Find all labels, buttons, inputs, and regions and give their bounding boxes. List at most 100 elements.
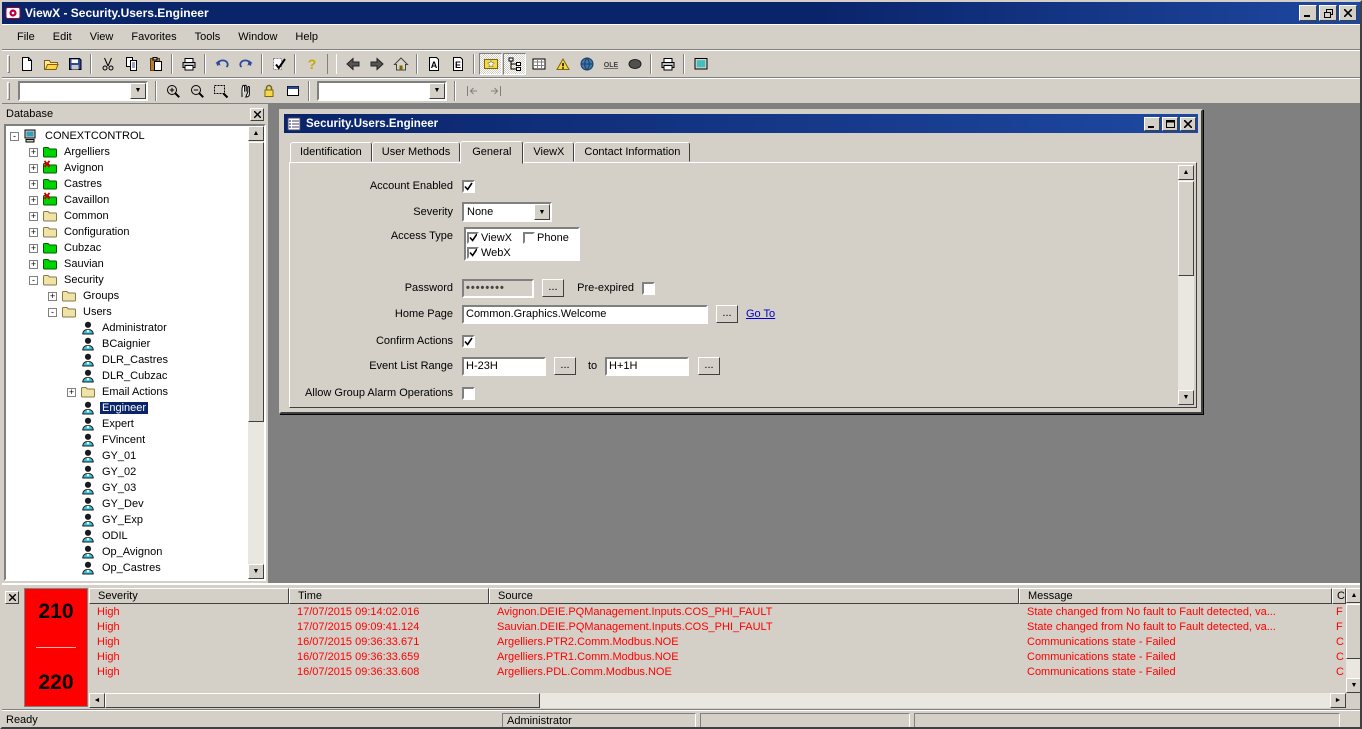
toolbar-grip[interactable] bbox=[7, 82, 10, 100]
scroll-up-icon[interactable]: ▲ bbox=[1178, 165, 1194, 180]
toolbar-combobox[interactable]: ▼ bbox=[18, 81, 148, 101]
scroll-up-icon[interactable]: ▲ bbox=[248, 126, 264, 141]
tree-view-button[interactable] bbox=[503, 53, 526, 75]
globe-button[interactable] bbox=[575, 53, 598, 75]
allow-group-alarm-checkbox[interactable] bbox=[462, 387, 475, 400]
tree-item-groups[interactable]: +Groups bbox=[6, 288, 248, 304]
tree-item-op-castres[interactable]: Op_Castres bbox=[6, 560, 248, 576]
tab-user-methods[interactable]: User Methods bbox=[372, 142, 460, 162]
new-document-button[interactable] bbox=[15, 53, 38, 75]
home-page-browse-button[interactable]: ... bbox=[716, 305, 738, 323]
open-folder-button[interactable] bbox=[39, 53, 62, 75]
tree-item-op-avignon[interactable]: Op_Avignon bbox=[6, 544, 248, 560]
tree-toggle-icon[interactable]: + bbox=[29, 196, 38, 205]
tree-item-gy-03[interactable]: GY_03 bbox=[6, 480, 248, 496]
pre-expired-checkbox[interactable] bbox=[642, 282, 655, 295]
event-range-from-browse-button[interactable]: ... bbox=[554, 357, 576, 375]
menu-file[interactable]: File bbox=[8, 27, 44, 47]
dialog-titlebar[interactable]: Security.Users.Engineer bbox=[284, 114, 1198, 133]
help-button[interactable]: ? bbox=[300, 53, 323, 75]
tree-item-email-actions[interactable]: +Email Actions bbox=[6, 384, 248, 400]
password-field[interactable] bbox=[462, 279, 534, 298]
database-panel-close-button[interactable] bbox=[250, 108, 264, 121]
ole-button[interactable]: OLE bbox=[599, 53, 622, 75]
tree-toggle-icon[interactable]: - bbox=[48, 308, 57, 317]
column-header-severity[interactable]: Severity bbox=[89, 588, 289, 604]
event-range-from-field[interactable] bbox=[462, 357, 546, 376]
access-option-viewx[interactable]: ViewX bbox=[467, 230, 523, 245]
home-page-field[interactable] bbox=[462, 305, 708, 324]
dialog-vertical-scrollbar[interactable]: ▲ ▼ bbox=[1178, 165, 1194, 405]
tree-item-castres[interactable]: +Castres bbox=[6, 176, 248, 192]
home-button[interactable] bbox=[389, 53, 412, 75]
query-grid-button[interactable] bbox=[527, 53, 550, 75]
scroll-right-icon[interactable]: ► bbox=[1330, 693, 1346, 708]
phone-checkbox[interactable] bbox=[523, 232, 535, 244]
tree-item-sauvian[interactable]: +Sauvian bbox=[6, 256, 248, 272]
event-row[interactable]: High17/07/2015 09:14:02.016Avignon.DEIE.… bbox=[89, 605, 1346, 620]
severity-select[interactable]: None ▼ bbox=[462, 202, 552, 222]
redo-button[interactable] bbox=[234, 53, 257, 75]
tree-toggle-icon[interactable]: - bbox=[10, 132, 19, 141]
tree-item-argelliers[interactable]: +Argelliers bbox=[6, 144, 248, 160]
menu-view[interactable]: View bbox=[81, 27, 123, 47]
tree-item-bcaignier[interactable]: BCaignier bbox=[6, 336, 248, 352]
go-to-link[interactable]: Go To bbox=[746, 308, 775, 320]
zoom-area-button[interactable] bbox=[209, 80, 232, 102]
tree-item-common[interactable]: +Common bbox=[6, 208, 248, 224]
tree-item-expert[interactable]: Expert bbox=[6, 416, 248, 432]
tree-toggle-icon[interactable]: - bbox=[29, 276, 38, 285]
zoom-out-button[interactable] bbox=[185, 80, 208, 102]
chevron-down-icon[interactable]: ▼ bbox=[130, 83, 146, 99]
restore-button[interactable] bbox=[1319, 5, 1337, 21]
zoom-in-button[interactable] bbox=[161, 80, 184, 102]
toolbar-grip[interactable] bbox=[7, 55, 10, 73]
tree-item-security[interactable]: -Security bbox=[6, 272, 248, 288]
access-option-phone[interactable]: Phone bbox=[523, 230, 569, 245]
tree-item-avignon[interactable]: +Avignon bbox=[6, 160, 248, 176]
dialog-scroll-thumb[interactable] bbox=[1178, 181, 1194, 276]
account-enabled-checkbox[interactable] bbox=[462, 180, 475, 193]
viewx-checkbox[interactable] bbox=[467, 232, 479, 244]
password-browse-button[interactable]: ... bbox=[542, 279, 564, 297]
scroll-down-icon[interactable]: ▼ bbox=[1178, 390, 1194, 405]
tree-toggle-icon[interactable]: + bbox=[29, 244, 38, 253]
tree-item-dlr-castres[interactable]: DLR_Castres bbox=[6, 352, 248, 368]
event-hscroll-thumb[interactable] bbox=[105, 693, 540, 708]
webx-checkbox[interactable] bbox=[467, 247, 479, 259]
event-row[interactable]: High16/07/2015 09:36:33.671Argelliers.PT… bbox=[89, 635, 1346, 650]
edit-check-button[interactable] bbox=[267, 53, 290, 75]
full-screen-button[interactable] bbox=[281, 80, 304, 102]
tree-item-users[interactable]: -Users bbox=[6, 304, 248, 320]
alarm-banner[interactable]: 210 220 bbox=[24, 588, 88, 707]
scroll-down-icon[interactable]: ▼ bbox=[1346, 678, 1362, 693]
event-row[interactable]: High16/07/2015 09:36:33.608Argelliers.PD… bbox=[89, 665, 1346, 680]
forward-button[interactable] bbox=[365, 53, 388, 75]
cut-button[interactable] bbox=[96, 53, 119, 75]
column-header-message[interactable]: Message bbox=[1019, 588, 1332, 604]
menu-tools[interactable]: Tools bbox=[186, 27, 230, 47]
tab-general[interactable]: General bbox=[460, 141, 523, 164]
event-row[interactable]: High16/07/2015 09:36:33.659Argelliers.PT… bbox=[89, 650, 1346, 665]
tree-item-engineer[interactable]: Engineer bbox=[6, 400, 248, 416]
tree-item-gy-02[interactable]: GY_02 bbox=[6, 464, 248, 480]
database-bar-button[interactable] bbox=[479, 53, 502, 75]
chevron-down-icon[interactable]: ▼ bbox=[534, 204, 550, 220]
access-option-webx[interactable]: WebX bbox=[467, 245, 511, 260]
event-range-to-browse-button[interactable]: ... bbox=[698, 357, 720, 375]
print-preview-button[interactable] bbox=[177, 53, 200, 75]
tree-toggle-icon[interactable]: + bbox=[29, 180, 38, 189]
tree-toggle-icon[interactable]: + bbox=[67, 388, 76, 397]
close-button[interactable] bbox=[1339, 5, 1357, 21]
dialog-maximize-button[interactable] bbox=[1162, 117, 1178, 131]
tree-item-gy-dev[interactable]: GY_Dev bbox=[6, 496, 248, 512]
tree-vertical-scrollbar[interactable]: ▲ ▼ bbox=[248, 126, 264, 579]
pan-button[interactable] bbox=[233, 80, 256, 102]
tree-item-odil[interactable]: ODIL bbox=[6, 528, 248, 544]
column-header-clipped[interactable]: C bbox=[1332, 588, 1346, 604]
lock-button[interactable] bbox=[257, 80, 280, 102]
tree-item-cubzac[interactable]: +Cubzac bbox=[6, 240, 248, 256]
page-right-button[interactable] bbox=[484, 80, 507, 102]
undo-button[interactable] bbox=[210, 53, 233, 75]
menu-help[interactable]: Help bbox=[286, 27, 327, 47]
